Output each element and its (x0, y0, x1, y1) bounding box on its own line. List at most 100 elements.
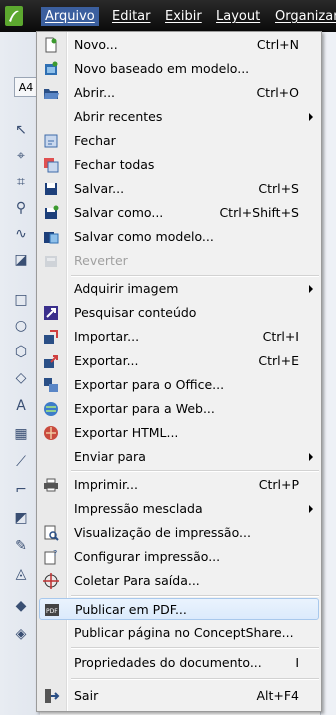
menu-item-fechar[interactable]: Fechar (39, 130, 319, 152)
new-document-icon (45, 37, 57, 53)
save-icon (45, 183, 57, 195)
menu-item-label: Enviar para (74, 449, 146, 464)
svg-text:PDF: PDF (46, 608, 58, 615)
menu-item-exportar[interactable]: Exportar... Ctrl+E (39, 350, 319, 372)
menu-item-label: Novo baseado em modelo... (74, 61, 250, 76)
menu-item-fechar-todas[interactable]: Fechar todas (39, 154, 319, 176)
submenu-arrow-icon (309, 453, 313, 461)
menu-item-impressao-mesclada[interactable]: Impressão mesclada (39, 498, 319, 520)
menu-item-shortcut: Ctrl+O (256, 85, 299, 100)
menu-item-shortcut: Ctrl+N (256, 37, 299, 52)
menu-item-shortcut: I (295, 655, 299, 670)
submenu-arrow-icon (309, 285, 313, 293)
menu-item-label: Importar... (74, 329, 140, 344)
pdf-icon: PDF (45, 604, 59, 616)
menu-item-imprimir[interactable]: Imprimir... Ctrl+P (39, 474, 319, 496)
menu-item-shortcut: Ctrl+P (258, 477, 299, 492)
menu-arquivo[interactable]: Arquivo (41, 7, 99, 26)
menu-item-novo-baseado-em-modelo[interactable]: Novo baseado em modelo... (39, 58, 319, 80)
open-folder-icon (44, 89, 59, 99)
menu-item-exportar-html[interactable]: Exportar HTML... (39, 422, 319, 444)
menu-item-label: Publicar em PDF... (75, 602, 187, 617)
menu-item-salvar-como[interactable]: Salvar como... Ctrl+Shift+S (39, 202, 319, 224)
eyedropper-tool-icon[interactable]: ✎ (10, 536, 32, 556)
menu-exibir[interactable]: Exibir (165, 9, 202, 24)
menu-editar[interactable]: Editar (112, 9, 151, 24)
interactive-fill-tool-icon[interactable]: ◈ (10, 624, 32, 644)
freehand-tool-icon[interactable]: ∿ (10, 224, 32, 244)
menu-item-salvar-como-modelo[interactable]: Salvar como modelo... (39, 226, 319, 248)
menu-separator (71, 470, 319, 472)
menu-item-abrir-recentes[interactable]: Abrir recentes (39, 106, 319, 128)
menu-item-label: Publicar página no ConceptShare... (74, 625, 294, 640)
menu-item-salvar[interactable]: Salvar... Ctrl+S (39, 178, 319, 200)
menu-item-label: Impressão mesclada (74, 501, 203, 516)
menu-item-pesquisar-conteudo[interactable]: Pesquisar conteúdo (39, 302, 319, 324)
menu-item-sair[interactable]: Sair Alt+F4 (39, 685, 319, 707)
outline-tool-icon[interactable]: ◬ (10, 564, 32, 584)
menu-separator (71, 595, 319, 597)
menu-separator (71, 647, 319, 649)
menu-item-coletar-para-saida[interactable]: Coletar Para saída... (39, 570, 319, 592)
interactive-tool-icon[interactable]: ◩ (10, 508, 32, 528)
menu-item-label: Exportar para o Office... (74, 377, 225, 392)
svg-text:?: ? (53, 549, 57, 558)
menu-item-visualizacao-impressao[interactable]: Visualização de impressão... (39, 522, 319, 544)
menu-item-shortcut: Ctrl+Shift+S (219, 205, 299, 220)
menu-item-exportar-office[interactable]: Exportar para o Office... (39, 374, 319, 396)
pick-tool-icon[interactable]: ↖ (10, 120, 32, 140)
rectangle-tool-icon[interactable]: □ (10, 290, 32, 310)
table-tool-icon[interactable]: ▦ (10, 424, 32, 444)
crop-tool-icon[interactable]: ⌗ (10, 172, 32, 192)
basic-shapes-tool-icon[interactable]: ◇ (10, 368, 32, 388)
menu-item-label: Imprimir... (74, 477, 138, 492)
text-tool-icon[interactable]: A (10, 396, 32, 416)
menu-item-propriedades-documento[interactable]: Propriedades do documento... I (39, 652, 319, 674)
menu-item-label: Salvar... (74, 181, 125, 196)
menu-item-label: Adquirir imagem (74, 281, 179, 296)
menu-item-publicar-conceptshare[interactable]: Publicar página no ConceptShare... (39, 622, 319, 644)
menu-item-label: Propriedades do documento... (74, 655, 262, 670)
menu-item-shortcut: Ctrl+S (258, 181, 299, 196)
print-preview-icon (44, 525, 59, 541)
fill-tool-icon[interactable]: ◆ (10, 596, 32, 616)
menu-layout[interactable]: Layout (216, 9, 260, 24)
exit-icon (45, 689, 60, 703)
menu-item-adquirir-imagem[interactable]: Adquirir imagem (39, 278, 319, 300)
save-template-icon (44, 232, 59, 244)
menu-item-label: Abrir recentes (74, 109, 163, 124)
menu-item-shortcut: Ctrl+I (262, 329, 299, 344)
menu-organizar[interactable]: Organizar (275, 9, 336, 24)
app-logo-icon (5, 6, 23, 26)
menu-item-shortcut: Alt+F4 (256, 688, 299, 703)
new-from-template-icon (45, 61, 58, 75)
paper-size-field[interactable]: A4 (14, 77, 38, 97)
close-document-icon (44, 134, 58, 148)
menu-item-publicar-pdf[interactable]: PDF Publicar em PDF... (39, 598, 319, 620)
shape-tool-icon[interactable]: ⌖ (10, 146, 32, 166)
workspace-edge (320, 32, 336, 715)
menu-bar: Arquivo Editar Exibir Layout Organizar (0, 0, 336, 32)
submenu-arrow-icon (309, 113, 313, 121)
connector-tool-icon[interactable]: ⌐ (10, 480, 32, 500)
menu-item-label: Exportar HTML... (74, 425, 179, 440)
export-web-icon (44, 402, 58, 416)
ellipse-tool-icon[interactable]: ○ (10, 316, 32, 336)
menu-item-enviar-para[interactable]: Enviar para (39, 446, 319, 468)
menu-item-novo[interactable]: Novo... Ctrl+N (39, 34, 319, 56)
zoom-tool-icon[interactable]: ⚲ (10, 198, 32, 218)
close-all-icon (44, 158, 59, 173)
menu-item-abrir[interactable]: Abrir... Ctrl+O (39, 82, 319, 104)
collect-output-icon (43, 573, 59, 589)
menu-item-exportar-web[interactable]: Exportar para a Web... (39, 398, 319, 420)
menu-item-label: Abrir... (74, 85, 116, 100)
menu-item-importar[interactable]: Importar... Ctrl+I (39, 326, 319, 348)
dimension-tool-icon[interactable]: ⟋ (10, 452, 32, 472)
export-icon (44, 355, 58, 368)
print-icon (44, 478, 58, 492)
export-html-icon (44, 426, 58, 440)
menu-item-label: Novo... (74, 37, 118, 52)
menu-item-configurar-impressao[interactable]: ? Configurar impressão... (39, 546, 319, 568)
polygon-tool-icon[interactable]: ⬡ (10, 342, 32, 362)
smart-fill-tool-icon[interactable]: ◪ (10, 250, 32, 270)
